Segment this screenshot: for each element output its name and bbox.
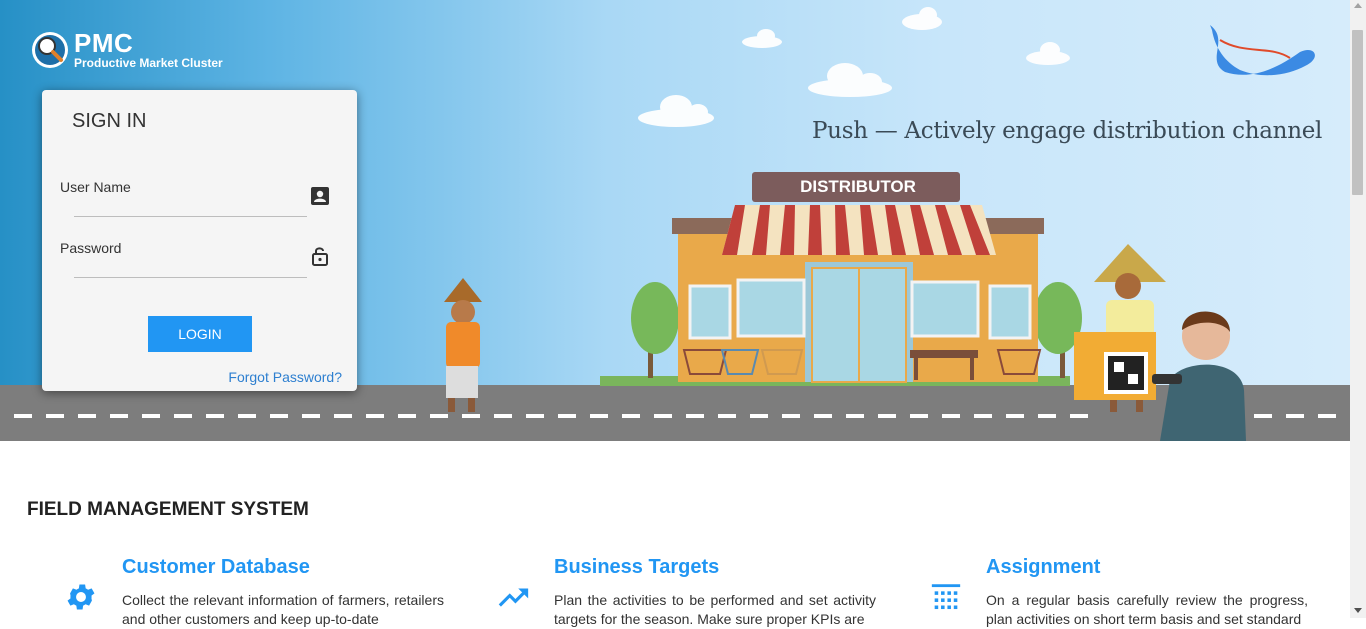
lock-open-icon [312, 247, 328, 266]
password-input[interactable] [74, 254, 308, 278]
vertical-scrollbar[interactable] [1350, 0, 1366, 618]
scroll-up-arrow-icon[interactable] [1354, 3, 1362, 8]
scroll-down-arrow-icon[interactable] [1354, 608, 1362, 613]
clouds [638, 7, 1070, 127]
section-title: FIELD MANAGEMENT SYSTEM [27, 499, 309, 520]
username-underline [74, 216, 307, 217]
farmer-right-figure [1074, 244, 1166, 412]
logo-title: PMC [74, 28, 134, 58]
brand-logo[interactable]: PMC Productive Market Cluster [30, 30, 223, 70]
logo-subtitle: Productive Market Cluster [74, 56, 223, 70]
sign-in-card: SIGN IN User Name Password LOGIN Forgot … [42, 90, 357, 391]
trending-up-icon [498, 588, 529, 607]
feature-description: Plan the activities to be performed and … [554, 592, 876, 627]
calendar-grid-icon [931, 584, 961, 610]
farmer-left-figure [444, 278, 482, 412]
feature-description: On a regular basis carefully review the … [986, 592, 1308, 627]
login-button[interactable]: LOGIN [148, 316, 252, 352]
contact-card-icon [311, 187, 329, 205]
hero-banner: DISTRIBUTOR PMC Productive Market Cluste… [0, 0, 1350, 441]
distributor-store [672, 172, 1044, 383]
scribble-mark [1210, 25, 1315, 76]
scrollbar-thumb[interactable] [1352, 30, 1363, 195]
password-underline [74, 277, 307, 278]
store-sign-text: DISTRIBUTOR [800, 177, 916, 196]
sign-in-title: SIGN IN [72, 110, 147, 132]
feature-title: Assignment [986, 556, 1101, 578]
man-scanning-figure [1152, 311, 1246, 441]
feature-description: Collect the relevant information of farm… [122, 592, 444, 627]
forgot-password-link[interactable]: Forgot Password? [228, 369, 342, 385]
feature-title: Business Targets [554, 556, 720, 578]
hero-tagline: Push — Actively engage distribution chan… [812, 118, 1323, 144]
feature-title: Customer Database [122, 556, 310, 578]
username-input[interactable] [74, 193, 308, 217]
pmc-logo-icon [32, 32, 68, 68]
gear-icon [67, 584, 95, 610]
